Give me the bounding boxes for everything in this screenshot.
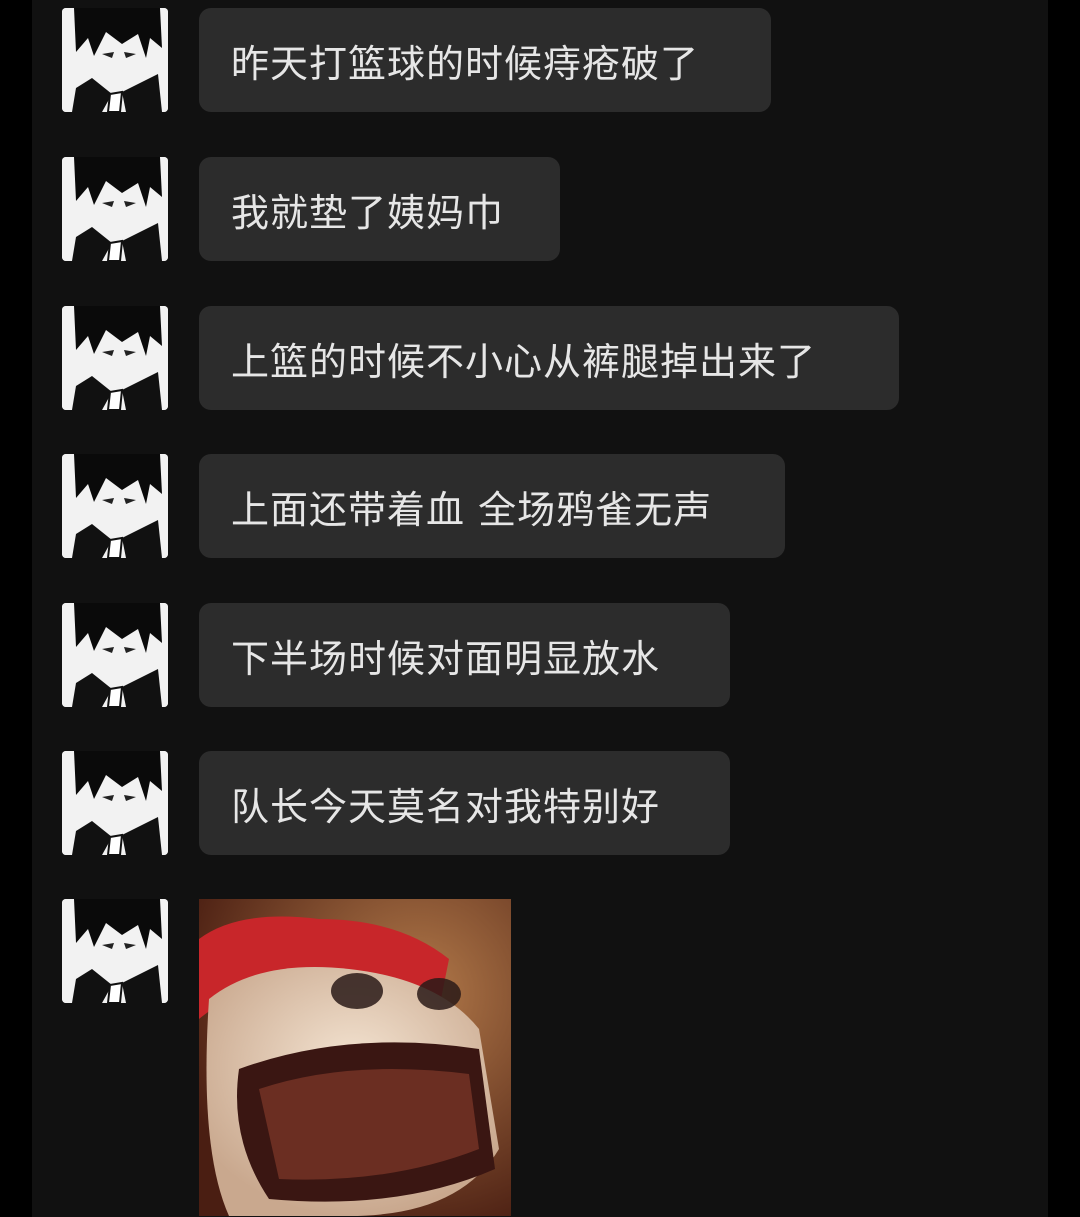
- avatar[interactable]: [62, 306, 168, 410]
- anime-boy-avatar-icon: [62, 751, 168, 855]
- anime-boy-avatar-icon: [62, 306, 168, 410]
- anime-boy-avatar-icon: [62, 603, 168, 707]
- message-text: 昨天打篮球的时候痔疮破了: [231, 41, 700, 86]
- message-bubble[interactable]: 下半场时候对面明显放水: [199, 603, 730, 707]
- sticker-image[interactable]: [199, 899, 511, 1216]
- message-bubble[interactable]: 我就垫了姨妈巾: [199, 157, 560, 261]
- anime-boy-avatar-icon: [62, 899, 168, 1003]
- screaming-face-sticker-icon: [199, 899, 511, 1216]
- anime-boy-avatar-icon: [62, 454, 168, 558]
- message-text: 上面还带着血 全场鸦雀无声: [231, 487, 713, 532]
- message-bubble[interactable]: 上面还带着血 全场鸦雀无声: [199, 454, 785, 558]
- anime-boy-avatar-icon: [62, 8, 168, 112]
- message-bubble[interactable]: 昨天打篮球的时候痔疮破了: [199, 8, 771, 112]
- avatar[interactable]: [62, 157, 168, 261]
- avatar[interactable]: [62, 603, 168, 707]
- anime-boy-avatar-icon: [62, 157, 168, 261]
- avatar[interactable]: [62, 454, 168, 558]
- avatar[interactable]: [62, 8, 168, 112]
- message-bubble[interactable]: 队长今天莫名对我特别好: [199, 751, 730, 855]
- message-text: 下半场时候对面明显放水: [231, 636, 661, 681]
- message-bubble[interactable]: 上篮的时候不小心从裤腿掉出来了: [199, 306, 899, 410]
- message-text: 我就垫了姨妈巾: [231, 190, 505, 235]
- avatar[interactable]: [62, 899, 168, 1003]
- message-text: 队长今天莫名对我特别好: [231, 784, 661, 829]
- message-text: 上篮的时候不小心从裤腿掉出来了: [231, 339, 817, 384]
- avatar[interactable]: [62, 751, 168, 855]
